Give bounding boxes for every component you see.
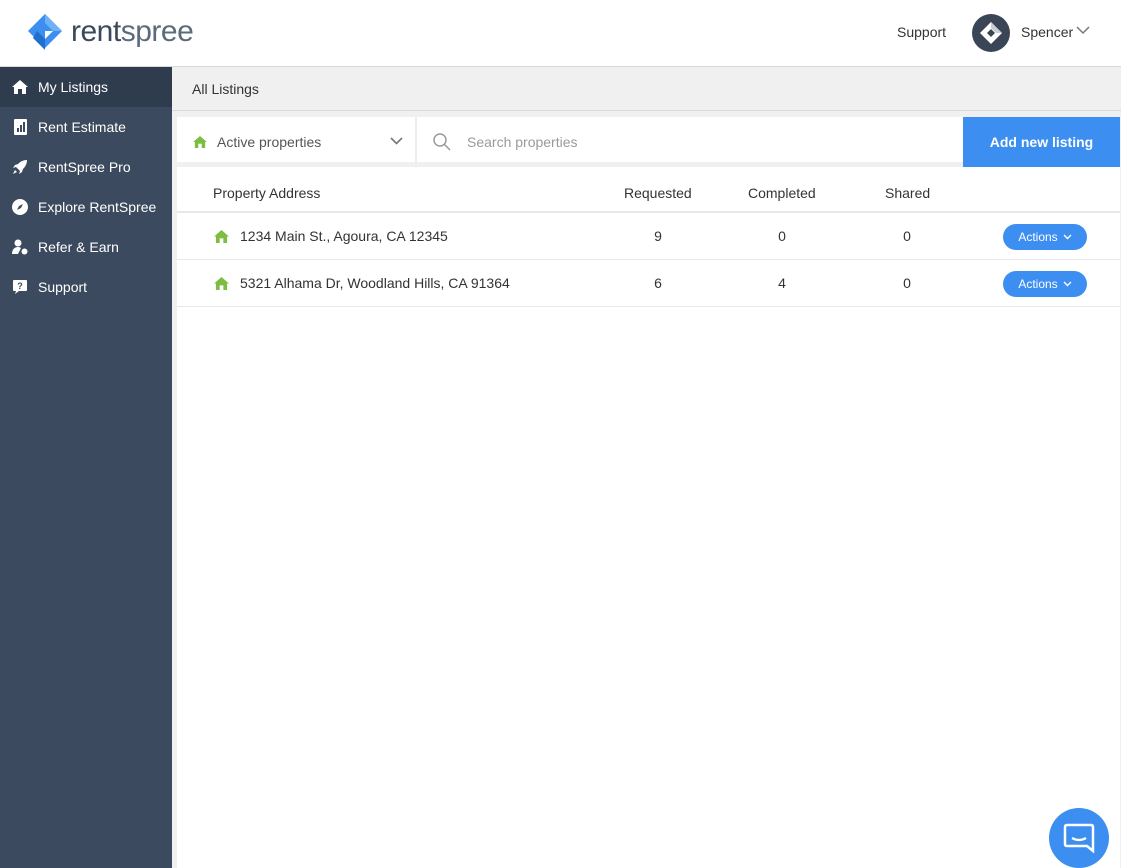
report-icon — [11, 118, 29, 136]
listings-panel: Active properties Add new listing Proper… — [177, 117, 1120, 868]
chat-icon — [1063, 823, 1095, 853]
home-icon — [11, 78, 29, 96]
search-box — [419, 117, 963, 167]
user-avatar[interactable] — [972, 14, 1010, 52]
requested-count: 9 — [654, 228, 662, 244]
breadcrumb: All Listings — [192, 81, 259, 97]
user-name[interactable]: Spencer — [1021, 24, 1073, 40]
help-icon: ? — [11, 278, 29, 296]
chevron-down-icon[interactable] — [1076, 26, 1090, 35]
compass-icon — [11, 198, 29, 216]
logo-text-spree: spree — [120, 15, 194, 48]
property-address[interactable]: 1234 Main St., Agoura, CA 12345 — [240, 228, 448, 244]
sidebar-item-my-listings[interactable]: My Listings — [0, 67, 172, 107]
requested-count: 6 — [654, 275, 662, 291]
column-header-shared: Shared — [885, 185, 931, 201]
sidebar: My Listings Rent Estimate RentSpree Pro … — [0, 67, 172, 868]
top-header: rentspree Support Spencer — [0, 0, 1121, 67]
breadcrumb-bar: All Listings — [172, 67, 1121, 111]
property-status-value: Active properties — [217, 134, 322, 150]
sidebar-item-label: RentSpree Pro — [38, 159, 131, 175]
sidebar-item-explore-rentspree[interactable]: Explore RentSpree — [0, 187, 172, 227]
property-address[interactable]: 5321 Alhama Dr, Woodland Hills, CA 91364 — [240, 275, 510, 291]
rentspree-logo-icon — [28, 14, 62, 50]
user-logo-icon — [980, 22, 1002, 44]
sidebar-item-rent-estimate[interactable]: Rent Estimate — [0, 107, 172, 147]
chevron-down-icon — [1063, 234, 1072, 240]
actions-label: Actions — [1018, 230, 1058, 244]
rentspree-logo[interactable]: rentspree — [27, 13, 194, 51]
shared-count: 0 — [903, 275, 911, 291]
home-icon — [214, 230, 229, 243]
search-input[interactable] — [467, 134, 927, 150]
sidebar-item-label: Refer & Earn — [38, 239, 119, 255]
sidebar-item-label: Support — [38, 279, 88, 295]
table-header: Property Address Requested Completed Sha… — [177, 173, 1120, 213]
listings-table: Property Address Requested Completed Sha… — [177, 173, 1120, 307]
filter-bar: Active properties Add new listing — [177, 117, 1120, 167]
actions-label: Actions — [1018, 277, 1058, 291]
header-support-link[interactable]: Support — [897, 24, 946, 40]
sidebar-item-label: My Listings — [38, 79, 109, 95]
add-new-listing-button[interactable]: Add new listing — [963, 117, 1120, 167]
svg-text:?: ? — [17, 281, 23, 291]
shared-count: 0 — [903, 228, 911, 244]
search-icon — [433, 133, 451, 151]
home-icon — [214, 277, 229, 290]
table-row[interactable]: 5321 Alhama Dr, Woodland Hills, CA 91364… — [177, 260, 1120, 307]
chevron-down-icon — [1063, 281, 1072, 287]
sidebar-item-label: Explore RentSpree — [38, 199, 157, 215]
home-icon — [193, 136, 207, 148]
sidebar-item-support[interactable]: ? Support — [0, 267, 172, 307]
chat-widget-button[interactable] — [1049, 808, 1109, 868]
sidebar-item-rentspree-pro[interactable]: RentSpree Pro — [0, 147, 172, 187]
completed-count: 4 — [778, 275, 786, 291]
sidebar-item-label: Rent Estimate — [38, 119, 126, 135]
main-content: All Listings Active properties Add new l… — [172, 67, 1121, 868]
refer-icon — [11, 238, 29, 256]
property-status-select[interactable]: Active properties — [177, 117, 417, 167]
actions-dropdown-button[interactable]: Actions — [1003, 271, 1087, 297]
column-header-requested: Requested — [624, 185, 692, 201]
completed-count: 0 — [778, 228, 786, 244]
chevron-down-icon — [390, 137, 403, 145]
table-row[interactable]: 1234 Main St., Agoura, CA 12345 9 0 0 Ac… — [177, 213, 1120, 260]
sidebar-item-refer-earn[interactable]: Refer & Earn — [0, 227, 172, 267]
logo-text-rent: rent — [71, 15, 121, 48]
column-header-address: Property Address — [213, 185, 321, 201]
column-header-completed: Completed — [748, 185, 816, 201]
rocket-icon — [11, 158, 29, 176]
actions-dropdown-button[interactable]: Actions — [1003, 224, 1087, 250]
